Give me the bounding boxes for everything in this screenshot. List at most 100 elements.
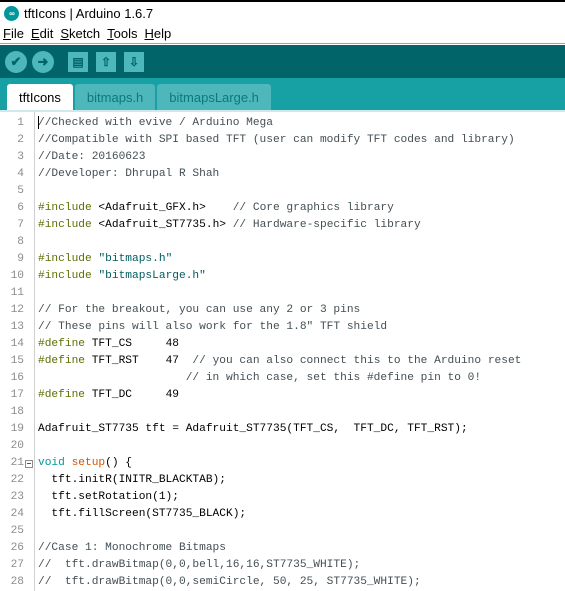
checkmark-icon: ✔ [10, 53, 22, 69]
code-line[interactable]: 27 // tft.drawBitmap(0,0,bell,16,16,ST773… [0, 557, 565, 574]
code-line[interactable]: 19 Adafruit_ST7735 tft = Adafruit_ST7735(… [0, 421, 565, 438]
code-text: tft.initR(INITR_BLACKTAB); [34, 472, 226, 489]
toolbar: ✔ ➜ ▤ ⇧ ⇩ [0, 45, 565, 78]
code-token: // in which case, set this #define pin t… [185, 372, 482, 384]
save-sketch-button[interactable]: ⇩ [124, 51, 144, 72]
code-token: Adafruit_ST7735 tft = Adafruit_ST7735(TF… [38, 423, 468, 435]
code-lines[interactable]: 1 //Checked with evive / Arduino Mega 2 //C… [0, 115, 565, 591]
tab-bitmapslarge-h[interactable]: bitmapsLarge.h [157, 84, 271, 110]
menu-sketch-mnemonic: S [60, 26, 70, 41]
code-token: #include [38, 219, 92, 231]
code-line[interactable]: 15 #define TFT_RST 47 // you can also con… [0, 353, 565, 370]
fold-gutter [24, 370, 34, 387]
code-line[interactable]: 2 //Compatible with SPI based TFT (user c… [0, 132, 565, 149]
code-line[interactable]: 18 [0, 404, 565, 421]
code-token: //Compatible with SPI based TFT (user ca… [38, 134, 515, 146]
code-line[interactable]: 22 tft.initR(INITR_BLACKTAB); [0, 472, 565, 489]
code-token: tft.fillScreen(ST7735_BLACK); [38, 508, 247, 520]
code-token: #define [38, 338, 85, 350]
open-sketch-button[interactable]: ⇧ [96, 51, 116, 72]
fold-gutter [24, 183, 34, 200]
code-line[interactable]: 13 // These pins will also work for the 1… [0, 319, 565, 336]
code-line[interactable]: 5 [0, 183, 565, 200]
code-line[interactable]: 21 void setup() { [0, 455, 565, 472]
line-number: 27 [10, 559, 24, 571]
code-token: // tft.drawBitmap(0,0,bell,16,16,ST7735_… [38, 559, 361, 571]
code-token: "bitmapsLarge.h" [98, 270, 206, 282]
code-line[interactable]: 12 // For the breakout, you can use any 2… [0, 302, 565, 319]
fold-gutter [24, 149, 34, 166]
line-number: 25 [10, 525, 24, 537]
fold-gutter [24, 506, 34, 523]
tab-bar: tftIcons bitmaps.h bitmapsLarge.h [0, 78, 565, 110]
fold-gutter [24, 472, 34, 489]
menu-help-label: elp [153, 26, 172, 41]
code-text: #include "bitmaps.h" [34, 251, 172, 268]
code-line[interactable]: 24 tft.fillScreen(ST7735_BLACK); [0, 506, 565, 523]
code-token: void [38, 457, 65, 469]
code-token: //Checked with evive / Arduino Mega [38, 117, 273, 129]
tab-tfticons[interactable]: tftIcons [7, 84, 73, 110]
code-line[interactable]: 14 #define TFT_CS 48 [0, 336, 565, 353]
line-number: 18 [10, 406, 24, 418]
fold-gutter [24, 421, 34, 438]
menu-help[interactable]: Help [144, 26, 171, 41]
menu-tools[interactable]: Tools [107, 26, 137, 41]
code-line[interactable]: 1 //Checked with evive / Arduino Mega [0, 115, 565, 132]
verify-button[interactable]: ✔ [5, 50, 27, 73]
line-number: 14 [10, 338, 24, 350]
fold-gutter [24, 200, 34, 217]
code-token: #include [38, 202, 92, 214]
code-line[interactable]: 26 //Case 1: Monochrome Bitmaps [0, 540, 565, 557]
code-line[interactable]: 11 [0, 285, 565, 302]
code-line[interactable]: 17 #define TFT_DC 49 [0, 387, 565, 404]
code-line[interactable]: 28 // tft.drawBitmap(0,0,semiCircle, 50, … [0, 574, 565, 591]
code-editor[interactable]: 1 //Checked with evive / Arduino Mega 2 //C… [0, 110, 565, 591]
menu-edit[interactable]: Edit [31, 26, 53, 41]
code-line[interactable]: 25 [0, 523, 565, 540]
arrow-down-icon: ⇩ [128, 54, 140, 69]
line-number: 3 [17, 151, 24, 163]
code-text: //Compatible with SPI based TFT (user ca… [34, 132, 515, 149]
menu-file-label: ile [10, 26, 24, 41]
code-line[interactable]: 9 #include "bitmaps.h" [0, 251, 565, 268]
code-text: //Checked with evive / Arduino Mega [34, 115, 273, 132]
fold-gutter [24, 268, 34, 285]
code-token: <Adafruit_GFX.h> [91, 202, 233, 214]
code-token: setup [71, 457, 106, 469]
code-line[interactable]: 20 [0, 438, 565, 455]
fold-toggle[interactable] [24, 455, 34, 472]
new-sketch-button[interactable]: ▤ [68, 51, 88, 72]
code-token: TFT_CS 48 [85, 338, 179, 350]
collapse-icon[interactable] [25, 459, 33, 468]
code-token: #include [38, 253, 92, 265]
code-text: // tft.drawBitmap(0,0,bell,16,16,ST7735_… [34, 557, 360, 574]
tab-bitmaps-h[interactable]: bitmaps.h [74, 84, 156, 110]
upload-button[interactable]: ➜ [32, 50, 54, 73]
code-token: () { [105, 457, 133, 469]
code-line[interactable]: 16 // in which case, set this #define pi… [0, 370, 565, 387]
code-token: //Case 1: Monochrome Bitmaps [38, 542, 226, 554]
code-line[interactable]: 4 //Developer: Dhrupal R Shah [0, 166, 565, 183]
line-number: 13 [10, 321, 24, 333]
code-line[interactable]: 10 #include "bitmapsLarge.h" [0, 268, 565, 285]
code-line[interactable]: 23 tft.setRotation(1); [0, 489, 565, 506]
code-text: // in which case, set this #define pin t… [34, 370, 481, 387]
line-number: 10 [10, 270, 24, 282]
fold-gutter [24, 234, 34, 251]
line-number: 4 [17, 168, 24, 180]
code-text: // These pins will also work for the 1.8… [34, 319, 387, 336]
code-line[interactable]: 6 #include <Adafruit_GFX.h> // Core graph… [0, 200, 565, 217]
code-line[interactable]: 3 //Date: 20160623 [0, 149, 565, 166]
arduino-logo-icon: ∞ [4, 5, 19, 21]
fold-gutter [24, 319, 34, 336]
fold-gutter [24, 251, 34, 268]
fold-gutter [24, 557, 34, 574]
code-line[interactable]: 8 [0, 234, 565, 251]
code-token: TFT_RST 47 [85, 355, 193, 367]
code-line[interactable]: 7 #include <Adafruit_ST7735.h> // Hardwar… [0, 217, 565, 234]
menu-sketch[interactable]: Sketch [60, 26, 100, 41]
menu-file[interactable]: File [3, 26, 24, 41]
